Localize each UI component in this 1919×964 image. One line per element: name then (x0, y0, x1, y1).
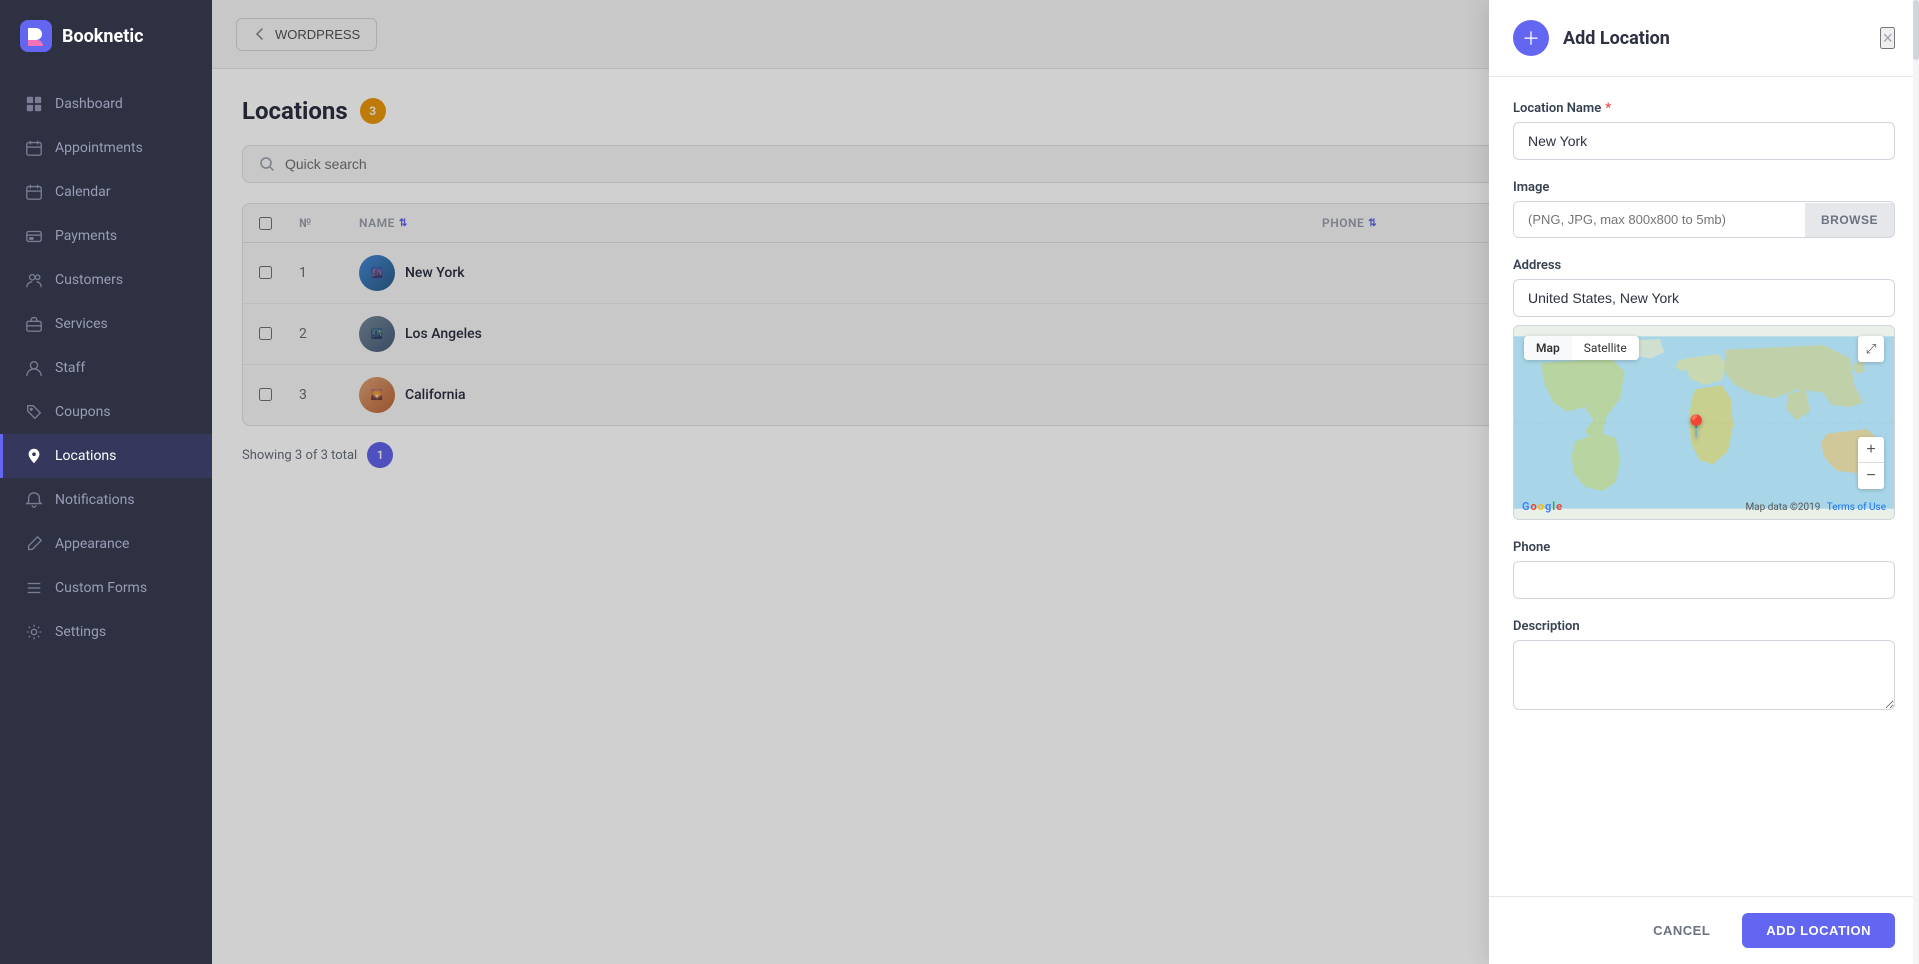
location-name-label: Location Name * (1513, 101, 1895, 116)
map-tab-map[interactable]: Map (1524, 336, 1572, 360)
map-pin-icon (25, 447, 43, 465)
plus-icon: ＋ (1522, 25, 1540, 51)
sidebar-item-customers-label: Customers (55, 272, 123, 288)
sidebar-item-appointments-label: Appointments (55, 140, 143, 156)
panel-footer: CANCEL ADD LOCATION (1489, 896, 1919, 964)
panel-icon: ＋ (1513, 20, 1549, 56)
sidebar-item-dashboard[interactable]: Dashboard (0, 82, 212, 126)
description-input[interactable] (1513, 640, 1895, 710)
sidebar-item-dashboard-label: Dashboard (55, 96, 123, 112)
map-zoom-out-button[interactable]: − (1858, 463, 1884, 489)
google-logo: G o o g l e (1522, 500, 1562, 513)
sidebar-item-appearance[interactable]: Appearance (0, 522, 212, 566)
sidebar-item-locations[interactable]: Locations (0, 434, 212, 478)
panel-body: Location Name * Image BROWSE Address (1489, 77, 1919, 896)
sidebar-item-appointments[interactable]: Appointments (0, 126, 212, 170)
pen-icon (25, 535, 43, 553)
map-zoom-controls: + − (1858, 437, 1884, 489)
sidebar-item-calendar-label: Calendar (55, 184, 111, 200)
panel-title: Add Location (1563, 28, 1866, 49)
terms-link[interactable]: Terms of Use (1827, 502, 1886, 513)
map-expand-button[interactable]: ⤢ (1858, 336, 1884, 362)
tag-icon (25, 403, 43, 421)
phone-input[interactable] (1513, 561, 1895, 599)
browse-button[interactable]: BROWSE (1805, 203, 1894, 237)
sidebar-item-locations-label: Locations (55, 448, 116, 464)
sidebar: Booknetic Dashboard Appointments (0, 0, 212, 964)
add-location-panel: ＋ Add Location × Location Name * Image (1489, 0, 1919, 964)
required-star: * (1605, 101, 1611, 116)
location-name-input[interactable] (1513, 122, 1895, 160)
credit-card-icon (25, 227, 43, 245)
sidebar-item-services-label: Services (55, 316, 108, 332)
sidebar-nav: Dashboard Appointments Calendar (0, 72, 212, 664)
panel-header: ＋ Add Location × (1489, 0, 1919, 77)
sidebar-item-custom-forms[interactable]: Custom Forms (0, 566, 212, 610)
sidebar-item-staff[interactable]: Staff (0, 346, 212, 390)
phone-field: Phone (1513, 540, 1895, 599)
app-name: Booknetic (62, 26, 143, 47)
sidebar-item-appearance-label: Appearance (55, 536, 129, 552)
sidebar-item-calendar[interactable]: Calendar (0, 170, 212, 214)
sidebar-logo: Booknetic (0, 0, 212, 72)
sidebar-item-customers[interactable]: Customers (0, 258, 212, 302)
phone-label: Phone (1513, 540, 1895, 555)
description-label: Description (1513, 619, 1895, 634)
sidebar-item-coupons-label: Coupons (55, 404, 111, 420)
map-location-pin: 📍 (1683, 415, 1710, 440)
list-icon (25, 579, 43, 597)
sidebar-item-settings-label: Settings (55, 624, 106, 640)
address-field: Address (1513, 258, 1895, 520)
sidebar-item-settings[interactable]: Settings (0, 610, 212, 654)
bell-icon (25, 491, 43, 509)
booknetic-logo-icon (20, 20, 52, 52)
map-tabs: Map Satellite (1524, 336, 1639, 360)
add-location-button[interactable]: ADD LOCATION (1742, 913, 1895, 948)
users-icon (25, 271, 43, 289)
sidebar-item-payments[interactable]: Payments (0, 214, 212, 258)
location-name-field: Location Name * (1513, 101, 1895, 160)
scrollbar-track (1913, 0, 1919, 964)
image-input-row: BROWSE (1513, 201, 1895, 238)
sidebar-item-services[interactable]: Services (0, 302, 212, 346)
sidebar-item-custom-forms-label: Custom Forms (55, 580, 147, 596)
cancel-button[interactable]: CANCEL (1633, 913, 1730, 948)
user-icon (25, 359, 43, 377)
description-field: Description (1513, 619, 1895, 714)
sidebar-item-coupons[interactable]: Coupons (0, 390, 212, 434)
sidebar-item-notifications[interactable]: Notifications (0, 478, 212, 522)
sidebar-item-staff-label: Staff (55, 360, 85, 376)
briefcase-icon (25, 315, 43, 333)
settings-icon (25, 623, 43, 641)
image-input[interactable] (1514, 202, 1805, 237)
map-attribution: Map data ©2019 Terms of Use (1745, 502, 1886, 513)
image-label: Image (1513, 180, 1895, 195)
close-button[interactable]: × (1880, 27, 1895, 49)
grid-icon (25, 95, 43, 113)
sidebar-item-payments-label: Payments (55, 228, 117, 244)
calendar-icon (25, 139, 43, 157)
map-container: 📍 Map Satellite ⤢ + − G (1513, 325, 1895, 520)
main-area: WORDPRESS ＋ Add Location Locations 3 (212, 0, 1919, 964)
address-input[interactable] (1513, 279, 1895, 317)
calendar-alt-icon (25, 183, 43, 201)
address-label: Address (1513, 258, 1895, 273)
image-field: Image BROWSE (1513, 180, 1895, 238)
sidebar-item-notifications-label: Notifications (55, 492, 135, 508)
map-zoom-in-button[interactable]: + (1858, 437, 1884, 463)
map-tab-satellite[interactable]: Satellite (1572, 336, 1639, 360)
scrollbar-thumb (1913, 0, 1919, 60)
